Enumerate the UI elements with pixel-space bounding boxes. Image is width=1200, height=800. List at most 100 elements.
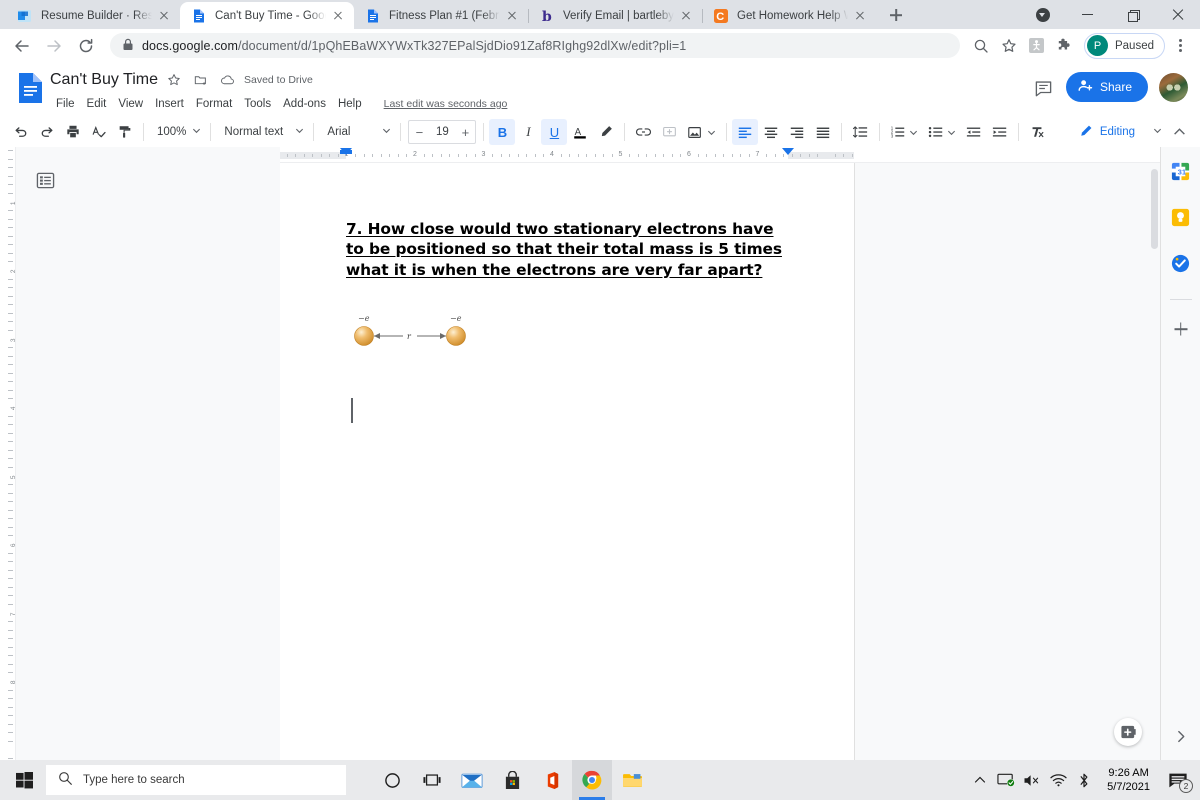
vertical-ruler[interactable]: 12345678 — [0, 147, 18, 760]
mail-icon[interactable] — [452, 760, 492, 800]
profile-paused-chip[interactable]: P Paused — [1083, 32, 1165, 59]
menu-format[interactable]: Format — [190, 96, 238, 112]
office-icon[interactable] — [532, 760, 572, 800]
spellcheck-button[interactable] — [86, 119, 112, 145]
browser-tab-chegg[interactable]: C Get Homework Help With Ch — [702, 2, 876, 29]
display-icon[interactable] — [993, 760, 1019, 800]
editing-mode-selector[interactable]: Editing — [1069, 119, 1166, 145]
menu-view[interactable]: View — [112, 96, 149, 112]
align-justify-button[interactable] — [810, 119, 836, 145]
font-size-stepper[interactable]: − 19 + — [408, 120, 477, 144]
bluetooth-icon[interactable] — [1071, 760, 1097, 800]
get-add-ons-button[interactable] — [1170, 318, 1192, 340]
align-center-button[interactable] — [758, 119, 784, 145]
close-window-button[interactable] — [1155, 0, 1200, 29]
explore-button[interactable] — [1114, 718, 1142, 746]
zoom-icon[interactable] — [968, 33, 994, 59]
tab-close-icon[interactable] — [678, 8, 694, 24]
tab-close-icon[interactable] — [504, 8, 520, 24]
hide-menus-button[interactable] — [1166, 119, 1192, 145]
comment-history-icon[interactable] — [1028, 72, 1060, 104]
document-title[interactable]: Can't Buy Time — [50, 71, 158, 89]
menu-add-ons[interactable]: Add-ons — [277, 96, 332, 112]
show-hidden-icons-button[interactable] — [967, 760, 993, 800]
browser-tab-resume-io[interactable]: Resume Builder · Resume.io — [6, 2, 181, 29]
collapse-side-panel-button[interactable] — [1174, 730, 1187, 748]
minimize-button[interactable] — [1065, 0, 1110, 29]
decrease-font-size-button[interactable]: − — [409, 121, 429, 143]
clear-formatting-button[interactable] — [1024, 119, 1050, 145]
back-button[interactable] — [8, 32, 36, 60]
maximize-button[interactable] — [1110, 0, 1155, 29]
cortana-icon[interactable] — [372, 760, 412, 800]
text-color-button[interactable]: A — [567, 119, 593, 145]
extensions-puzzle-icon[interactable] — [1052, 33, 1078, 59]
taskbar-search-input[interactable]: Type here to search — [46, 765, 346, 795]
add-comment-button[interactable] — [657, 119, 682, 145]
chrome-icon[interactable] — [572, 760, 612, 800]
google-tasks-icon[interactable] — [1169, 251, 1193, 275]
document-content[interactable]: 7. How close would two stationary electr… — [280, 163, 854, 424]
menu-tools[interactable]: Tools — [238, 96, 277, 112]
redo-button[interactable] — [34, 119, 60, 145]
insert-image-button[interactable] — [682, 119, 721, 145]
line-spacing-button[interactable] — [847, 119, 874, 145]
electron-pair-diagram[interactable]: r −e −e — [350, 310, 470, 352]
menu-help[interactable]: Help — [332, 96, 368, 112]
numbered-list-button[interactable]: 123 — [885, 119, 923, 145]
start-button[interactable] — [4, 760, 44, 800]
bulleted-list-button[interactable] — [923, 119, 961, 145]
right-indent-marker[interactable] — [782, 148, 794, 155]
font-family-select[interactable]: Arial — [319, 120, 395, 144]
italic-button[interactable]: I — [515, 119, 541, 145]
taskbar-clock[interactable]: 9:26 AM 5/7/2021 — [1097, 760, 1160, 800]
notification-center-button[interactable]: 2 — [1160, 760, 1196, 800]
show-outline-button[interactable] — [32, 167, 58, 193]
increase-font-size-button[interactable]: + — [455, 121, 475, 143]
browser-tab-bartleby[interactable]: b Verify Email | bartleby — [528, 2, 703, 29]
task-view-icon[interactable] — [412, 760, 452, 800]
align-left-button[interactable] — [732, 119, 759, 145]
align-right-button[interactable] — [784, 119, 810, 145]
scrollbar-thumb[interactable] — [1151, 169, 1158, 249]
share-button[interactable]: Share — [1065, 72, 1148, 102]
chrome-update-button[interactable] — [1020, 0, 1065, 29]
chrome-menu-button[interactable] — [1168, 33, 1192, 59]
font-size-input[interactable]: 19 — [429, 126, 455, 138]
star-icon[interactable] — [163, 69, 185, 91]
move-to-folder-icon[interactable] — [190, 69, 212, 91]
new-tab-button[interactable] — [882, 1, 910, 29]
address-bar[interactable]: docs.google.com/document/d/1pQhEBaWXYWxT… — [110, 33, 960, 58]
volume-muted-icon[interactable] — [1019, 760, 1045, 800]
paint-format-button[interactable] — [112, 119, 138, 145]
document-scrollbar[interactable] — [1148, 163, 1160, 760]
google-calendar-icon[interactable]: 31 — [1169, 159, 1193, 183]
document-page[interactable]: 7. How close would two stationary electr… — [280, 163, 854, 760]
file-explorer-icon[interactable] — [612, 760, 652, 800]
browser-tab-fitness-plan[interactable]: Fitness Plan #1 (February. 21st — [354, 2, 529, 29]
bookmark-star-icon[interactable] — [996, 33, 1022, 59]
google-docs-logo-icon[interactable] — [12, 68, 48, 110]
tab-close-icon[interactable] — [156, 8, 172, 24]
increase-indent-button[interactable] — [987, 119, 1013, 145]
tab-close-icon[interactable] — [330, 8, 346, 24]
menu-insert[interactable]: Insert — [149, 96, 190, 112]
decrease-indent-button[interactable] — [961, 119, 987, 145]
account-avatar[interactable] — [1159, 73, 1188, 102]
wifi-icon[interactable] — [1045, 760, 1071, 800]
microsoft-store-icon[interactable] — [492, 760, 532, 800]
reload-button[interactable] — [72, 32, 100, 60]
menu-edit[interactable]: Edit — [81, 96, 113, 112]
highlight-color-button[interactable] — [593, 119, 619, 145]
forward-button[interactable] — [40, 32, 68, 60]
underline-button[interactable]: U — [541, 119, 568, 145]
google-keep-icon[interactable] — [1169, 205, 1193, 229]
bold-button[interactable]: B — [489, 119, 516, 145]
browser-tab-cant-buy-time[interactable]: Can't Buy Time - Google Docs — [180, 2, 354, 29]
paragraph-style-select[interactable]: Normal text — [216, 120, 308, 144]
undo-button[interactable] — [8, 119, 34, 145]
print-button[interactable] — [60, 119, 86, 145]
extension-badge-icon[interactable] — [1024, 33, 1050, 59]
horizontal-ruler[interactable]: 1234567 — [280, 147, 1160, 163]
menu-file[interactable]: File — [50, 96, 81, 112]
